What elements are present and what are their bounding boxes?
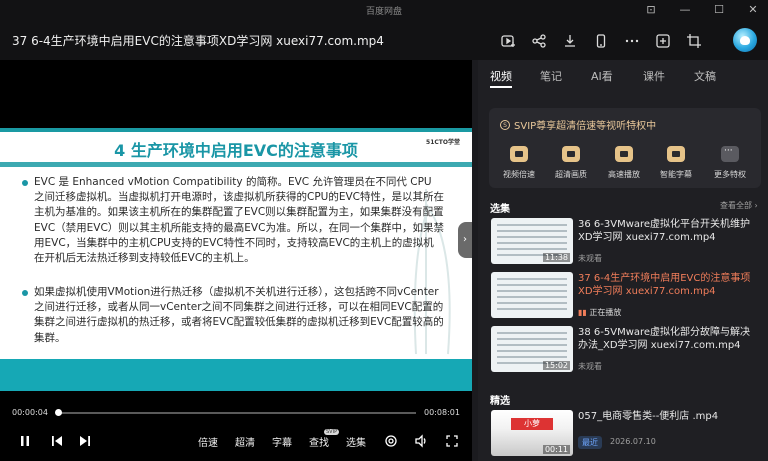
maximize-icon[interactable]: ☐	[712, 2, 726, 18]
featured-thumbnail: 小萝 00:11	[491, 410, 573, 456]
recent-badge: 最近	[578, 436, 602, 449]
svip-title-text: SVIP尊享超清倍速等视听特权中	[514, 121, 657, 132]
slide-bullet-2: 如果虚拟机使用VMotion进行热迁移（虚拟机不关机进行迁移），这包括跨不同vC…	[22, 285, 444, 346]
download-icon[interactable]	[559, 30, 581, 52]
total-time: 00:08:01	[424, 408, 460, 417]
featured-date: 2026.07.10	[610, 437, 656, 446]
progress-bar[interactable]	[58, 412, 416, 414]
svip-badge: SVIP	[324, 429, 340, 435]
episode-thumbnail: 15:02	[491, 326, 573, 372]
episodes-heading: 选集	[490, 204, 510, 215]
subtitle-icon	[667, 146, 685, 162]
active-tab-indicator	[490, 86, 512, 88]
share-icon[interactable]	[528, 30, 550, 52]
avatar[interactable]	[733, 28, 757, 52]
file-title: 37 6-4生产环境中启用EVC的注意事项XD学习网 xuexi77.com.m…	[12, 34, 384, 48]
featured-item[interactable]: 小萝 00:11 057_电商零售类--便利店 .mp4 最近 2026.07.…	[489, 410, 761, 458]
feature-quality[interactable]: 超清画质	[546, 146, 596, 180]
feature-label: 视频倍速	[503, 170, 535, 179]
svip-icon: S	[500, 119, 510, 130]
play-fast-icon	[615, 146, 633, 162]
tab-transcript[interactable]: 文稿	[694, 68, 716, 84]
feature-more[interactable]: 更多特权	[705, 146, 755, 180]
episode-status: 未观看	[578, 362, 602, 371]
store-sign: 小萝	[511, 418, 553, 430]
player-header: 37 6-4生产环境中启用EVC的注意事项XD学习网 xuexi77.com.m…	[0, 22, 768, 60]
episode-item[interactable]: 15:02 38 6-5VMware虚拟化部分故障与解决办法_XD学习网 xue…	[489, 326, 761, 374]
settings-icon[interactable]	[382, 432, 400, 450]
episode-duration: 11:38	[542, 253, 570, 262]
slide-divider	[0, 162, 472, 167]
phone-icon[interactable]	[590, 30, 612, 52]
current-time: 00:00:04	[12, 408, 48, 417]
speed-icon	[510, 146, 528, 162]
svip-title[interactable]: S SVIP尊享超清倍速等视听特权中	[500, 117, 656, 132]
view-all-link[interactable]: 查看全部 ›	[720, 200, 758, 211]
progress-knob[interactable]	[55, 409, 62, 416]
slide-title: 4 生产环境中启用EVC的注意事项	[114, 141, 358, 160]
title-bar: 百度网盘 ⊡ — ☐ ✕	[0, 0, 768, 22]
episode-thumbnail: 11:38	[491, 218, 573, 264]
speed-button[interactable]: 倍速	[196, 432, 220, 450]
collapse-panel-button[interactable]: ›	[458, 222, 472, 258]
feature-label: 更多特权	[714, 170, 746, 179]
pin-icon[interactable]: ⊡	[644, 2, 658, 18]
close-icon[interactable]: ✕	[746, 2, 760, 18]
featured-duration: 00:11	[542, 445, 570, 454]
quality-button[interactable]: 超清	[233, 432, 257, 450]
feature-speed[interactable]: 视频倍速	[494, 146, 544, 180]
episode-thumbnail	[491, 272, 573, 318]
slide-bottom-bar	[0, 359, 472, 391]
fullscreen-icon[interactable]	[443, 432, 461, 450]
episode-duration: 15:02	[542, 361, 570, 370]
feature-fast-play[interactable]: 高速播放	[599, 146, 649, 180]
more-icon[interactable]	[621, 30, 643, 52]
feature-subtitle[interactable]: 智能字幕	[651, 146, 701, 180]
screenshot-icon[interactable]	[652, 30, 674, 52]
feature-label: 智能字幕	[660, 170, 692, 179]
next-button[interactable]	[76, 432, 94, 450]
episode-item[interactable]: 11:38 36 6-3VMware虚拟化平台开关机维护XD学习网 xuexi7…	[489, 218, 761, 266]
episode-item-current[interactable]: 37 6-4生产环境中启用EVC的注意事项XD学习网 xuexi77.com.m…	[489, 272, 761, 320]
subtitle-button[interactable]: 字幕	[270, 432, 294, 450]
add-to-playlist-icon[interactable]	[497, 30, 519, 52]
tab-video[interactable]: 视频	[490, 68, 512, 84]
playing-icon: ▮▮	[578, 308, 590, 317]
pause-button[interactable]	[16, 432, 34, 450]
episode-title: 38 6-5VMware虚拟化部分故障与解决办法_XD学习网 xuexi77.c…	[578, 327, 751, 351]
tab-courseware[interactable]: 课件	[643, 68, 665, 84]
tab-notes[interactable]: 笔记	[540, 68, 562, 84]
episode-title: 36 6-3VMware虚拟化平台开关机维护XD学习网 xuexi77.com.…	[578, 219, 751, 243]
more-dots-icon	[721, 146, 739, 162]
video-frame: 4 生产环境中启用EVC的注意事项 51CTO学堂 EVC 是 Enhanced…	[0, 128, 472, 391]
previous-button[interactable]	[48, 432, 66, 450]
minimize-icon[interactable]: —	[678, 2, 692, 18]
episode-status-text: 正在播放	[589, 308, 622, 317]
tab-ai[interactable]: AI看	[591, 68, 613, 84]
featured-title: 057_电商零售类--便利店 .mp4	[578, 411, 719, 422]
crop-icon[interactable]	[683, 30, 705, 52]
volume-icon[interactable]	[412, 432, 430, 450]
hd-icon	[562, 146, 580, 162]
featured-heading: 精选	[490, 396, 510, 407]
feature-label: 超清画质	[555, 170, 587, 179]
slide-bullet-1: EVC 是 Enhanced vMotion Compatibility 的简称…	[22, 175, 444, 266]
episodes-button[interactable]: 选集	[344, 432, 368, 450]
slide-logo: 51CTO学堂	[426, 139, 460, 146]
episode-title: 37 6-4生产环境中启用EVC的注意事项XD学习网 xuexi77.com.m…	[578, 273, 751, 297]
episode-status: 未观看	[578, 254, 602, 263]
feature-label: 高速播放	[608, 170, 640, 179]
episode-status: ▮▮ 正在播放	[578, 307, 621, 318]
slide-top-bar	[0, 128, 472, 132]
